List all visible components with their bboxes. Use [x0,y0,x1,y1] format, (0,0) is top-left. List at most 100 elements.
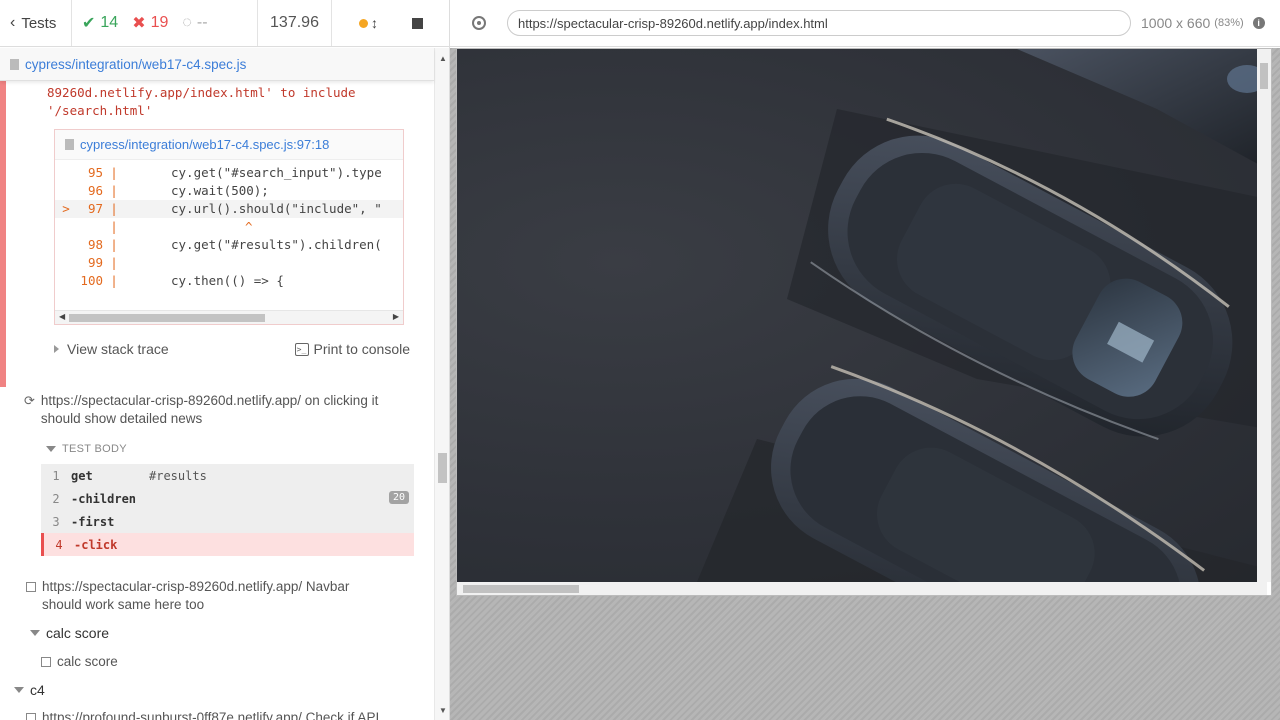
test-item-detailed-news[interactable]: ⟳ https://spectacular-crisp-89260d.netli… [24,392,391,428]
stop-button[interactable] [412,17,423,29]
pending-count: -- [196,14,208,31]
passed-stat[interactable]: ✔ 14 [82,13,118,33]
code-line-100: 100 | cy.then(() => { [80,273,284,288]
pending-circle-icon: ◌ [182,14,192,31]
suite-title: calc score [46,625,110,641]
scrollbar-thumb[interactable] [69,314,265,322]
iframe-vertical-scrollbar[interactable] [1257,49,1271,582]
command-log: 1 get #results 2 -children 20 3 -first 4… [41,464,414,556]
test-title: https://spectacular-crisp-89260d.netlify… [42,579,350,612]
scroll-down-icon[interactable]: ▼ [439,706,447,715]
test-item-api[interactable]: https://profound-sunburst-0ff87e.netlify… [26,709,392,720]
code-line-96: 96 | cy.wait(500); [87,183,269,198]
failed-test-bar [0,81,6,387]
check-icon: ✔ [82,15,96,32]
test-body-header[interactable]: TEST BODY [46,443,127,455]
updown-arrow-icon: ↕ [371,15,378,31]
test-title: calc score [57,654,118,669]
test-stats: ✔ 14 ✖ 19 ◌ -- [72,0,258,46]
test-item-calc-score[interactable]: calc score [41,653,118,671]
test-body-label: TEST BODY [62,443,127,455]
scrollbar-thumb[interactable] [438,453,447,483]
command-name: -first [71,514,115,529]
scroll-up-icon[interactable]: ▲ [439,54,447,63]
scrollbar-thumb[interactable] [463,585,579,593]
aut-header: https://spectacular-crisp-89260d.netlify… [450,0,1280,47]
iframe-horizontal-scrollbar[interactable] [457,582,1267,595]
viewport-info: 1000 x 660 (83%) i [1141,15,1265,31]
run-controls: ↕ [332,0,449,46]
terminal-icon: >_ [294,342,309,356]
caret-down-icon [14,687,24,693]
scroll-right-icon[interactable]: ▶ [393,312,399,321]
caret-down-icon [30,630,40,636]
aut-container [450,48,1280,720]
command-name: -children [71,491,137,506]
code-line-97: > 97 | cy.url().should("include", " [55,200,403,218]
suite-calc-score[interactable]: calc score [30,624,109,642]
command-row[interactable]: 3 -first [41,510,414,533]
test-title: https://profound-sunburst-0ff87e.netlify… [42,710,380,720]
reporter-header: ‹ Tests ✔ 14 ✖ 19 ◌ -- 137.96 ↕ [0,0,449,47]
pending-test-icon [26,713,36,720]
refresh-icon: ⟳ [24,393,35,408]
error-message-line1: 89260d.netlify.app/index.html' to includ… [47,85,356,100]
file-icon [65,139,74,150]
crosshair-icon [471,16,486,30]
caret-right-icon [54,345,59,353]
code-text: cy.get("#results").children( [171,237,382,252]
error-caret: ^ [245,219,253,234]
view-stack-trace-label: View stack trace [67,341,169,357]
aut-iframe [456,48,1272,596]
code-text: cy.url().should("include", " [171,201,382,216]
parked-cars-image [697,49,1267,582]
code-frame: cypress/integration/web17-c4.spec.js:97:… [54,129,404,325]
code-frame-header: cypress/integration/web17-c4.spec.js:97:… [55,130,403,160]
info-icon[interactable]: i [1252,17,1265,29]
command-row[interactable]: 1 get #results [41,464,414,487]
chevron-left-icon: ‹ [10,14,16,31]
code-line-98: 98 | cy.get("#results").children( [87,237,382,252]
code-text: cy.wait(500); [171,183,269,198]
pending-test-icon [41,657,51,667]
reporter-scrollbar[interactable]: ▲ ▼ [434,48,449,720]
url-bar[interactable]: https://spectacular-crisp-89260d.netlify… [507,10,1131,36]
test-title: https://spectacular-crisp-89260d.netlify… [40,393,379,426]
reporter-panel: ‹ Tests ✔ 14 ✖ 19 ◌ -- 137.96 ↕ cypress/… [0,0,450,720]
code-frame-file-link[interactable]: cypress/integration/web17-c4.spec.js:97:… [80,137,329,152]
caret-down-icon [46,446,56,452]
suite-c4[interactable]: c4 [14,681,45,699]
tests-back-button[interactable]: ‹ Tests [0,0,72,46]
view-stack-trace-toggle[interactable]: View stack trace [54,341,169,357]
command-row[interactable]: 2 -children 20 [41,487,414,510]
print-to-console-label: Print to console [313,341,411,357]
command-message: #results [149,468,207,483]
viewport-scale: (83%) [1214,17,1244,29]
code-line-caret: | ^ [110,219,253,234]
running-indicator-icon [359,18,368,28]
selector-playground-button[interactable] [450,16,507,30]
code-frame-scrollbar[interactable]: ◀ ▶ [55,310,403,324]
auto-scroll-toggle[interactable]: ↕ [359,15,378,31]
failed-stat[interactable]: ✖ 19 [132,13,168,33]
pending-stat[interactable]: ◌ -- [182,14,207,32]
viewport-size: 1000 x 660 [1141,15,1211,31]
error-actions: View stack trace >_ Print to console [54,341,410,357]
scroll-left-icon[interactable]: ◀ [59,312,65,321]
runnables-list: 89260d.netlify.app/index.html' to includ… [0,81,434,720]
spec-file-link[interactable]: cypress/integration/web17-c4.spec.js [25,57,246,72]
error-message: 89260d.netlify.app/index.html' to includ… [47,84,397,120]
scrollbar-thumb[interactable] [1260,63,1268,89]
print-to-console-button[interactable]: >_ Print to console [294,341,411,357]
spec-file-bar: cypress/integration/web17-c4.spec.js [0,48,434,81]
duration: 137.96 [258,0,332,46]
tests-label: Tests [21,14,57,32]
command-row-failed[interactable]: 4 -click [41,533,414,556]
test-item-navbar[interactable]: https://spectacular-crisp-89260d.netlify… [26,578,392,614]
passed-count: 14 [100,14,119,31]
page-background-image [457,49,1267,582]
file-icon [10,58,19,70]
command-name: -click [74,537,118,552]
suite-title: c4 [30,682,45,698]
